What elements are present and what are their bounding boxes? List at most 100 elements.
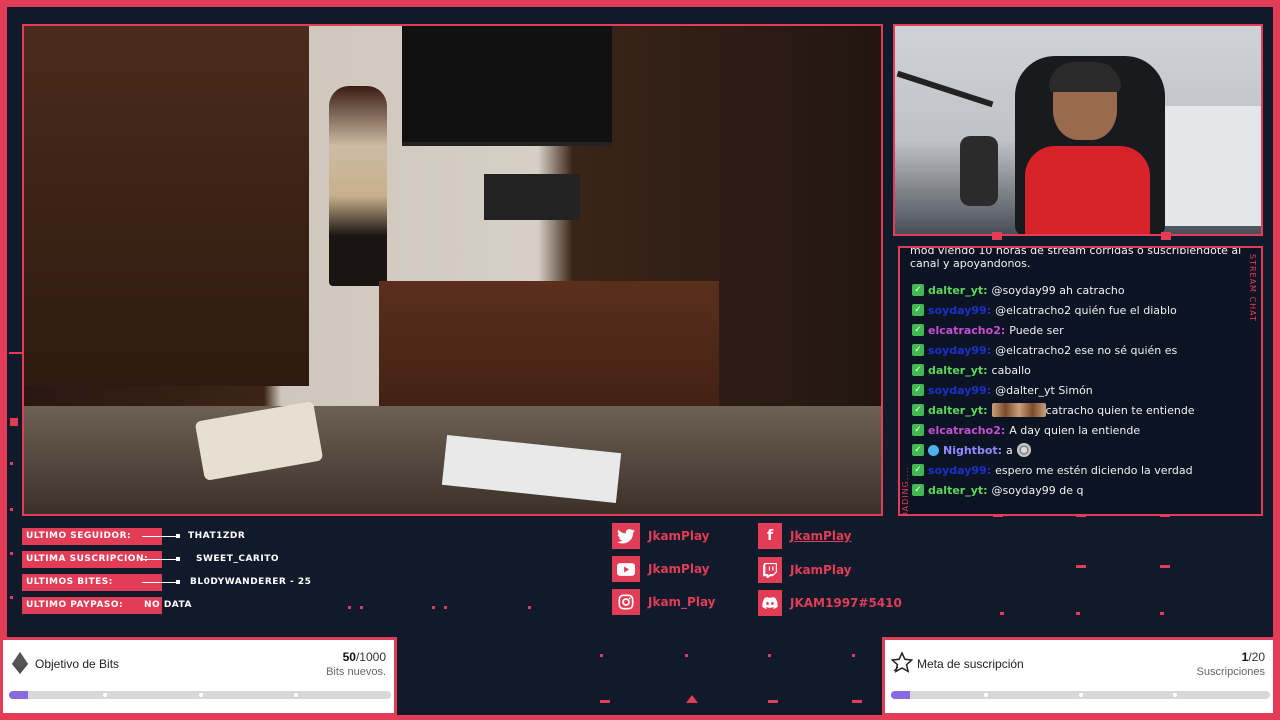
decoration-square (10, 418, 18, 426)
discord-icon (758, 590, 782, 616)
decoration-dash (9, 352, 23, 354)
streamer-shirt (1025, 146, 1150, 234)
scene-person (329, 86, 387, 286)
chat-message: ✓ dalter_yt: @soyday99 ah catracho (912, 280, 1252, 300)
facebook-icon: f (758, 523, 782, 549)
chat-message: ✓ elcatracho2: A day quien la entiende (912, 420, 1252, 440)
scene-wood-wall (24, 26, 309, 386)
latest-bits-value: BL0DYWANDERER - 25 (190, 577, 312, 587)
social-facebook[interactable]: f JkamPlay (758, 523, 852, 549)
progress-tick (199, 693, 203, 697)
sub-goal-progress-bar (891, 691, 1270, 699)
mic-arm (896, 70, 994, 108)
bits-goal-total: /1000 (355, 650, 386, 664)
overlay-border-right (1273, 0, 1280, 720)
decoration-dot (685, 654, 688, 657)
bits-goal-current: 50 (342, 650, 356, 664)
chat-username[interactable]: elcatracho2: (928, 424, 1005, 437)
social-discord[interactable]: JKAM1997#5410 (758, 590, 902, 616)
chat-username[interactable]: dalter_yt: (928, 284, 988, 297)
chat-username[interactable]: soyday99: (928, 304, 991, 317)
moderator-badge-icon: ✓ (912, 364, 924, 376)
chat-message-text: @soyday99 ah catracho (991, 283, 1125, 297)
chat-username[interactable]: elcatracho2: (928, 324, 1005, 337)
bits-goal-subtitle: Bits nuevos. (326, 666, 386, 678)
stream-chat[interactable]: mod viendo 10 horas de stream corridas o… (898, 246, 1263, 516)
twitch-icon (758, 557, 782, 583)
moderator-badge-icon: ✓ (912, 404, 924, 416)
connector-dot (176, 557, 180, 561)
decoration-dot (10, 596, 13, 599)
sub-goal-widget: Meta de suscripción 1/20 Suscripciones (882, 637, 1276, 716)
chat-username[interactable]: soyday99: (928, 344, 991, 357)
latest-paypaso-value: NO DATA (144, 600, 192, 610)
webcam-bed (1161, 106, 1261, 226)
instagram-icon (612, 589, 640, 615)
chat-message-text: a (1006, 443, 1013, 457)
decoration-dot (10, 462, 13, 465)
sub-goal-total: /20 (1248, 650, 1265, 664)
decoration-dash (1160, 612, 1164, 615)
chat-username[interactable]: Nightbot: (943, 444, 1002, 457)
social-twitch[interactable]: JkamPlay (758, 557, 852, 583)
social-twitter[interactable]: JkamPlay (612, 523, 710, 549)
game-capture (22, 24, 883, 516)
sub-goal-title: Meta de suscripción (917, 657, 1024, 671)
chat-username[interactable]: dalter_yt: (928, 404, 988, 417)
latest-sub-value: SWEET_CARITO (196, 554, 279, 564)
scene-shelf (484, 174, 580, 220)
latest-sub-row: ULTIMA SUSCRIPCION: SWEET_CARITO (22, 551, 322, 574)
microphone-icon (960, 136, 998, 206)
sub-goal-count: 1/20 (1242, 650, 1265, 664)
webcam (893, 24, 1263, 236)
facebook-handle: JkamPlay (790, 529, 852, 543)
progress-tick (294, 693, 298, 697)
chat-username[interactable]: dalter_yt: (928, 484, 988, 497)
social-youtube[interactable]: JkamPlay (612, 556, 710, 582)
scene-tv (402, 26, 612, 146)
chat-emote-icon (991, 403, 1046, 417)
chat-message-text: Puede ser (1009, 323, 1064, 337)
chat-message-text: @elcatracho2 ese no sé quién es (995, 343, 1178, 357)
chat-username[interactable]: soyday99: (928, 464, 991, 477)
latest-follower-label: ULTIMO SEGUIDOR: (22, 528, 162, 545)
chat-accent (993, 514, 1003, 517)
moderator-badge-icon: ✓ (912, 424, 924, 436)
latest-bits-row: ULTIMOS BITES: BL0DYWANDERER - 25 (22, 574, 322, 597)
decoration-dash (1076, 612, 1080, 615)
sub-goal-subtitle: Suscripciones (1196, 666, 1265, 678)
chat-message-text: @soyday99 de q (991, 483, 1084, 497)
bits-goal-widget: Objetivo de Bits 50/1000 Bits nuevos. (0, 637, 397, 716)
bot-badge-icon (928, 444, 939, 456)
decoration-dot (768, 654, 771, 657)
decoration-arrow-icon (686, 695, 698, 703)
moderator-badge-icon: ✓ (912, 444, 924, 456)
connector-dot (176, 580, 180, 584)
latest-follower-value: THAT1ZDR (188, 531, 246, 541)
chat-username[interactable]: soyday99: (928, 384, 991, 397)
bits-goal-title: Objetivo de Bits (35, 657, 120, 671)
decoration-dash (1160, 565, 1170, 568)
chat-intro-message: mod viendo 10 horas de stream corridas o… (910, 246, 1242, 270)
chat-message-text: @dalter_yt Simón (995, 383, 1093, 397)
twitter-handle: JkamPlay (648, 529, 710, 543)
chat-message: ✓ soyday99: espero me estén diciendo la ve… (912, 460, 1252, 480)
connector-line (142, 536, 178, 537)
bits-goal-count: 50/1000 (343, 650, 386, 664)
social-instagram[interactable]: Jkam_Play (612, 589, 716, 615)
latest-events: ULTIMO SEGUIDOR: THAT1ZDR ULTIMA SUSCRIP… (22, 528, 322, 620)
chat-message-list: ✓ dalter_yt: @soyday99 ah catracho ✓ soyday9… (912, 280, 1252, 500)
chat-accent (1076, 514, 1086, 517)
chat-message-text: A day quien la entiende (1009, 423, 1141, 437)
chat-loading-label: LOADING.... (901, 466, 910, 516)
chat-accent (1160, 514, 1170, 517)
chat-username[interactable]: dalter_yt: (928, 364, 988, 377)
decoration-dot (360, 606, 363, 609)
progress-tick (103, 693, 107, 697)
decoration-dot (348, 606, 351, 609)
chat-message: ✓ dalter_yt: @soyday99 de q (912, 480, 1252, 500)
webcam-accent (1161, 232, 1171, 240)
latest-bits-label: ULTIMOS BITES: (22, 574, 162, 591)
chat-message: ✓ dalter_yt: caballo (912, 360, 1252, 380)
latest-paypaso-label: ULTIMO PAYPASO: (22, 597, 162, 614)
